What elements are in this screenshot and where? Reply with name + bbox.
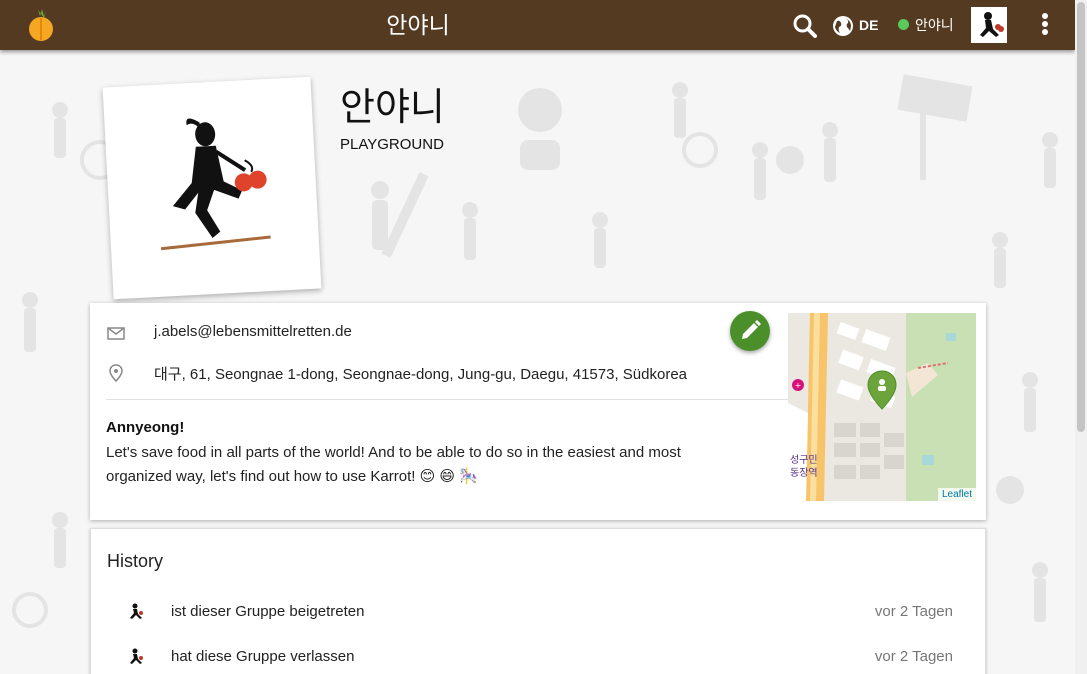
history-time: vor 2 Tagen bbox=[874, 648, 953, 665]
online-status-indicator bbox=[898, 19, 909, 30]
map-attribution-link[interactable]: Leaflet bbox=[937, 488, 976, 501]
history-item[interactable]: ist dieser Gruppe beigetreten vor 2 Tage… bbox=[107, 599, 969, 629]
history-item[interactable]: hat diese Gruppe verlassen vor 2 Tagen bbox=[107, 644, 969, 674]
edit-group-button[interactable] bbox=[730, 311, 770, 351]
history-card: History ist dieser Gruppe beigetreten vo… bbox=[90, 528, 986, 674]
history-message: hat diese Gruppe verlassen bbox=[171, 648, 355, 665]
info-divider bbox=[106, 399, 788, 400]
history-title: History bbox=[107, 551, 164, 571]
map-label-1: 성구민 bbox=[790, 454, 818, 466]
app-title: 안야니 bbox=[386, 12, 450, 38]
more-vert-icon[interactable] bbox=[1036, 13, 1054, 37]
user-avatar-icon bbox=[125, 646, 147, 668]
user-avatar-icon[interactable] bbox=[971, 7, 1007, 43]
top-app-bar: 안야니 DE 안야니 bbox=[0, 0, 1075, 50]
group-photo bbox=[102, 76, 322, 300]
group-address: 대구, 61, Seongnae 1-dong, Seongnae-dong, … bbox=[154, 366, 688, 383]
scrollbar-thumb[interactable] bbox=[1077, 2, 1085, 432]
current-user-name[interactable]: 안야니 bbox=[915, 0, 954, 50]
map-marker-icon bbox=[106, 363, 126, 383]
welcome-title: Annyeong! bbox=[106, 419, 185, 436]
search-icon[interactable] bbox=[792, 13, 818, 39]
group-info-card: j.abels@lebensmittelretten.de 대구, 61, Se… bbox=[90, 303, 986, 520]
language-selector[interactable]: DE bbox=[859, 0, 878, 50]
group-location-map[interactable]: + 성구민 동장역 Leaflet bbox=[788, 313, 976, 501]
svg-text:+: + bbox=[795, 381, 802, 390]
user-avatar-icon bbox=[125, 601, 147, 623]
page-scrollbar[interactable] bbox=[1075, 0, 1087, 674]
group-name: 안야니 bbox=[340, 87, 445, 129]
history-message: ist dieser Gruppe beigetreten bbox=[171, 603, 365, 620]
pencil-icon bbox=[742, 320, 761, 339]
envelope-icon bbox=[106, 323, 126, 343]
map-label-2: 동장역 bbox=[790, 467, 818, 479]
history-time: vor 2 Tagen bbox=[874, 603, 953, 620]
group-email[interactable]: j.abels@lebensmittelretten.de bbox=[154, 323, 352, 340]
group-type-label: PLAYGROUND bbox=[340, 136, 444, 153]
welcome-text: Let's save food in all parts of the worl… bbox=[106, 444, 681, 485]
globe-icon[interactable] bbox=[832, 15, 854, 37]
